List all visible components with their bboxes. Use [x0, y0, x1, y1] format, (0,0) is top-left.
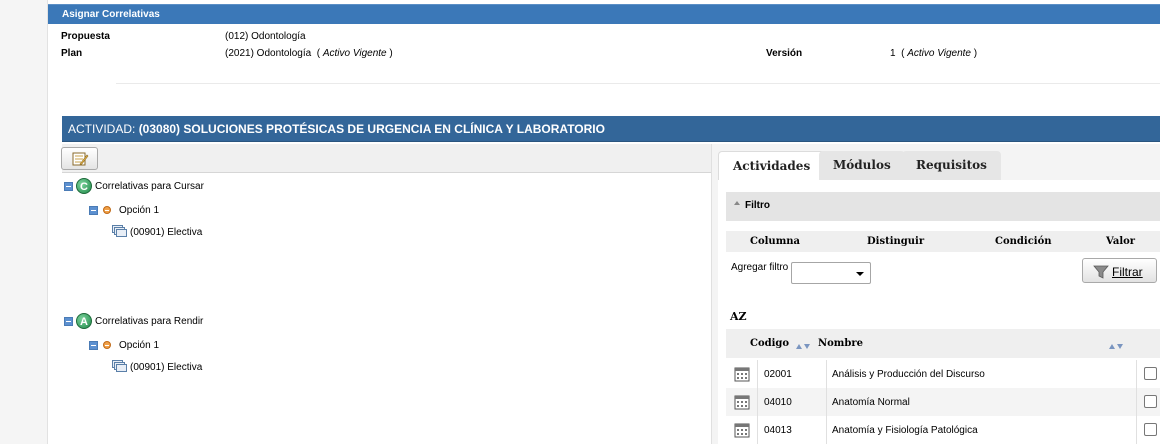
tree-toolbar [61, 144, 711, 173]
calendar-icon [734, 367, 750, 382]
tab-actividades[interactable]: Actividades [718, 151, 826, 180]
cursar-item-label: (00901) Electiva [130, 226, 203, 238]
row-codigo: 02001 [764, 369, 792, 380]
add-filter-select[interactable] [791, 262, 871, 284]
cell-divider [1136, 388, 1137, 416]
add-filter-label: Agregar filtro [731, 262, 789, 273]
list-col-nombre: Nombre [818, 338, 864, 349]
notepad-icon [72, 152, 89, 166]
filtrar-button[interactable]: Filtrar [1082, 258, 1157, 283]
tab-requisitos[interactable]: Requisitos [902, 151, 1001, 180]
edit-button[interactable] [61, 147, 98, 170]
propuesta-label: Propuesta [61, 31, 110, 42]
row-checkbox[interactable] [1144, 395, 1157, 408]
activity-value: (03080) SOLUCIONES PROTÉSICAS DE URGENCI… [138, 122, 605, 136]
assign-correlatives-panel: Asignar Correlativas Propuesta (012) Odo… [48, 0, 1160, 444]
version-label: Versión [766, 48, 803, 59]
activity-bar: ACTIVIDAD: (03080) SOLUCIONES PROTÉSICAS… [62, 116, 1160, 142]
list-header: Codigo Nombre [726, 329, 1160, 358]
row-detail-icon[interactable] [726, 416, 758, 444]
filter-col-columna: Columna [750, 236, 801, 247]
tree-node-rendir-option[interactable]: Opción 1 [89, 337, 159, 353]
version-number: 1 [890, 48, 896, 59]
row-nombre: Anatomía Normal [832, 397, 910, 408]
plan-label: Plan [61, 48, 83, 59]
version-status: Activo Vigente [907, 48, 971, 59]
filter-col-valor: Valor [1106, 236, 1136, 247]
correlatives-tree-pane: C Correlativas para Cursar Opción 1 (009… [61, 144, 711, 444]
filter-col-distinguir: Distinguir [867, 236, 925, 247]
stack-icon [112, 225, 128, 239]
cell-divider [1136, 360, 1137, 388]
table-row[interactable]: 02001 Análisis y Producción del Discurso [726, 360, 1160, 388]
collapse-icon[interactable] [64, 181, 73, 191]
cell-divider [826, 360, 827, 388]
row-detail-icon[interactable] [726, 360, 758, 388]
filter-section-header[interactable]: Filtro [726, 192, 1160, 221]
collapse-icon[interactable] [89, 205, 98, 215]
tree-node-cursar[interactable]: C Correlativas para Cursar [64, 178, 204, 194]
table-row[interactable]: 04013 Anatomía y Fisiología Patológica [726, 416, 1160, 444]
filter-columns-header: Columna Distinguir Condición Valor [726, 231, 1160, 252]
collapse-arrow-icon [734, 201, 740, 205]
rendir-item-label: (00901) Electiva [130, 361, 203, 373]
calendar-icon [734, 423, 750, 438]
funnel-icon [1093, 265, 1109, 279]
tab-bar: Actividades Módulos Requisitos [712, 150, 1160, 180]
plan-name: (2021) Odontología [225, 48, 312, 59]
version-value: 1 ( Activo Vigente ) [890, 48, 978, 59]
row-detail-icon[interactable] [726, 388, 758, 416]
tab-modulos[interactable]: Módulos [819, 151, 905, 180]
cell-divider [826, 416, 827, 444]
tree-node-cursar-option[interactable]: Opción 1 [89, 202, 159, 218]
row-nombre: Anatomía y Fisiología Patológica [832, 425, 978, 436]
table-row[interactable]: 04010 Anatomía Normal [726, 388, 1160, 416]
cell-divider [826, 388, 827, 416]
list-col-codigo: Codigo [750, 338, 790, 349]
divider [116, 83, 1160, 84]
activity-title: ACTIVIDAD: (03080) SOLUCIONES PROTÉSICAS… [68, 122, 605, 136]
collapse-icon[interactable] [64, 316, 73, 326]
tree-node-cursar-item[interactable]: (00901) Electiva [112, 224, 202, 240]
tree-node-rendir-item[interactable]: (00901) Electiva [112, 359, 202, 375]
row-checkbox[interactable] [1144, 367, 1157, 380]
cursar-c-icon: C [76, 178, 92, 194]
rendir-a-icon: A [76, 313, 92, 329]
row-codigo: 04010 [764, 397, 792, 408]
option-dot-icon [103, 341, 111, 349]
filter-title: Filtro [745, 200, 770, 211]
panel-header: Asignar Correlativas [48, 4, 1160, 24]
collapse-icon[interactable] [89, 340, 98, 350]
row-checkbox[interactable] [1144, 423, 1157, 436]
left-sidebar-strip [0, 0, 48, 444]
activity-label: ACTIVIDAD: [68, 122, 136, 136]
cursar-label: Correlativas para Cursar [95, 180, 204, 192]
cursar-option-label: Opción 1 [119, 204, 160, 216]
panel-title: Asignar Correlativas [62, 9, 160, 20]
plan-value: (2021) Odontología ( Activo Vigente ) [225, 48, 393, 59]
sort-az-icon[interactable]: AZ [730, 310, 747, 323]
cell-divider [1136, 416, 1137, 444]
plan-status: Activo Vigente [322, 48, 387, 59]
sort-codigo-icon[interactable] [796, 340, 812, 352]
selection-pane: Actividades Módulos Requisitos Filtro Co… [711, 144, 1160, 444]
filter-col-condicion: Condición [995, 236, 1052, 247]
row-nombre: Análisis y Producción del Discurso [832, 369, 985, 380]
rendir-label: Correlativas para Rendir [95, 315, 204, 327]
rendir-option-label: Opción 1 [119, 339, 160, 351]
propuesta-value: (012) Odontología [225, 31, 306, 42]
filtrar-label: Filtrar [1112, 265, 1143, 279]
sort-nombre-icon[interactable] [1109, 340, 1125, 352]
tree-node-rendir[interactable]: A Correlativas para Rendir [64, 313, 203, 329]
row-codigo: 04013 [764, 425, 792, 436]
calendar-icon [734, 395, 750, 410]
tab-content: Filtro Columna Distinguir Condición Valo… [718, 180, 1160, 444]
option-dot-icon [103, 206, 111, 214]
stack-icon [112, 360, 128, 374]
